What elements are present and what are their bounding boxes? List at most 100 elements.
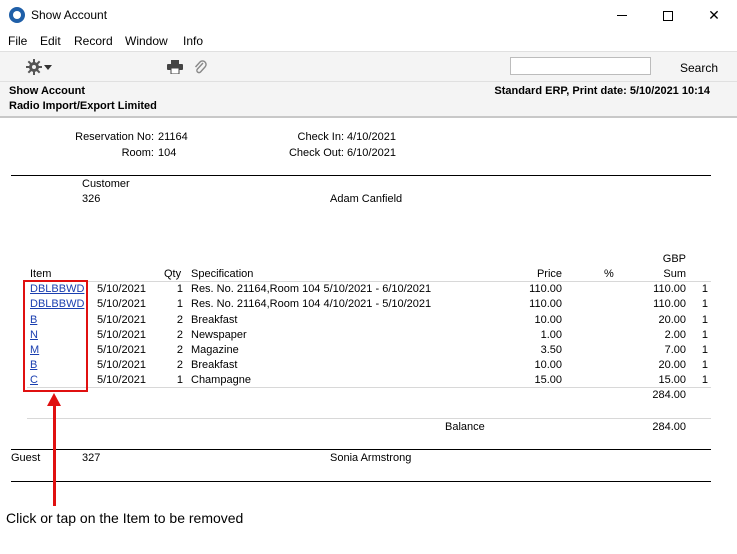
row-qty: 2 (176, 359, 183, 371)
company-name: Radio Import/Export Limited (9, 100, 157, 112)
row-sum: 110.00 (653, 283, 686, 295)
row-specification: Champagne (191, 374, 251, 386)
column-header-specification: Specification (191, 268, 254, 280)
row-date: 5/10/2021 (97, 329, 146, 341)
row-qty: 1 (176, 283, 183, 295)
minimize-button[interactable] (599, 0, 645, 31)
reservation-no-value: 21164 (158, 131, 188, 143)
room-value: 104 (158, 147, 177, 159)
row-specification: Newspaper (191, 329, 247, 341)
row-extra: 1 (701, 314, 708, 326)
row-specification: Magazine (191, 344, 239, 356)
guest-label: Guest (11, 452, 41, 464)
menu-bar: File Edit Record Window Info (0, 31, 737, 51)
menu-record[interactable]: Record (74, 34, 113, 48)
row-extra: 1 (701, 359, 708, 371)
row-date: 5/10/2021 (97, 314, 146, 326)
menu-info[interactable]: Info (183, 34, 203, 48)
printer-icon[interactable] (167, 60, 183, 74)
row-sum: 20.00 (658, 314, 686, 326)
row-date: 5/10/2021 (97, 374, 146, 386)
checkout-label: Check Out: (288, 147, 344, 159)
customer-name: Adam Canfield (330, 193, 403, 205)
row-extra: 1 (701, 298, 708, 310)
row-qty: 2 (176, 344, 183, 356)
row-price: 10.00 (534, 359, 562, 371)
checkout-value: 6/10/2021 (347, 147, 396, 159)
balance-value: 284.00 (652, 421, 686, 433)
search-input[interactable] (510, 57, 651, 75)
customer-label: Customer (82, 178, 130, 190)
row-qty: 2 (176, 314, 183, 326)
chevron-down-icon[interactable] (44, 65, 52, 70)
balance-divider (27, 418, 711, 419)
total-sum: 284.00 (652, 389, 686, 401)
row-price: 1.00 (540, 329, 562, 341)
currency-label: GBP (662, 253, 686, 265)
row-date: 5/10/2021 (97, 359, 146, 371)
annotation-caption: Click or tap on the Item to be removed (6, 510, 244, 526)
paperclip-icon[interactable] (193, 59, 207, 75)
maximize-icon (663, 10, 673, 21)
menu-file[interactable]: File (8, 34, 27, 48)
item-column-highlight (23, 280, 88, 392)
row-price: 110.00 (529, 298, 562, 310)
row-sum: 110.00 (653, 298, 686, 310)
column-header-price: Price (536, 268, 562, 280)
arrow-shaft (53, 404, 56, 506)
row-sum: 2.00 (664, 329, 686, 341)
row-sum: 15.00 (658, 374, 686, 386)
checkin-label: Check In: (297, 131, 344, 143)
customer-code: 326 (82, 193, 101, 205)
report-header: Show Account Radio Import/Export Limited… (0, 82, 737, 118)
menu-window[interactable]: Window (125, 34, 168, 48)
column-header-qty: Qty (164, 268, 182, 280)
report-title: Show Account (9, 85, 85, 97)
close-icon: ✕ (708, 7, 720, 23)
maximize-button[interactable] (645, 0, 691, 31)
row-price: 10.00 (534, 314, 562, 326)
row-extra: 1 (701, 374, 708, 386)
row-extra: 1 (701, 344, 708, 356)
total-divider (27, 387, 711, 388)
row-specification: Res. No. 21164,Room 104 5/10/2021 - 6/10… (191, 283, 432, 295)
divider (11, 449, 711, 450)
row-qty: 1 (176, 374, 183, 386)
row-specification: Res. No. 21164,Room 104 4/10/2021 - 5/10… (191, 298, 432, 310)
toolbar: Search (0, 51, 737, 82)
column-header-item: Item (30, 268, 52, 280)
table-header-divider (27, 281, 711, 282)
divider (11, 481, 711, 482)
print-info: Standard ERP, Print date: 5/10/2021 10:1… (494, 85, 710, 97)
row-qty: 2 (176, 329, 183, 341)
room-label: Room: (121, 147, 154, 159)
row-sum: 20.00 (658, 359, 686, 371)
balance-label: Balance (445, 421, 485, 433)
row-extra: 1 (701, 283, 708, 295)
minimize-icon (617, 15, 627, 16)
app-icon (9, 7, 25, 23)
reservation-no-label: Reservation No: (75, 131, 154, 143)
menu-edit[interactable]: Edit (40, 34, 61, 48)
column-header-percent: % (604, 268, 614, 280)
close-button[interactable]: ✕ (691, 0, 737, 31)
title-bar: Show Account ✕ (0, 0, 737, 31)
window-title: Show Account (31, 8, 108, 22)
guest-code: 327 (82, 452, 101, 464)
row-price: 110.00 (529, 283, 562, 295)
gear-icon[interactable] (26, 59, 42, 75)
row-specification: Breakfast (191, 314, 238, 326)
search-button[interactable]: Search (680, 61, 718, 75)
row-specification: Breakfast (191, 359, 238, 371)
row-price: 15.00 (534, 374, 562, 386)
row-qty: 1 (176, 298, 183, 310)
row-sum: 7.00 (664, 344, 686, 356)
checkin-value: 4/10/2021 (347, 131, 396, 143)
row-extra: 1 (701, 329, 708, 341)
column-header-sum: Sum (663, 268, 686, 280)
guest-name: Sonia Armstrong (330, 452, 412, 464)
row-date: 5/10/2021 (97, 298, 146, 310)
divider (11, 175, 711, 176)
row-date: 5/10/2021 (97, 344, 146, 356)
row-date: 5/10/2021 (97, 283, 146, 295)
